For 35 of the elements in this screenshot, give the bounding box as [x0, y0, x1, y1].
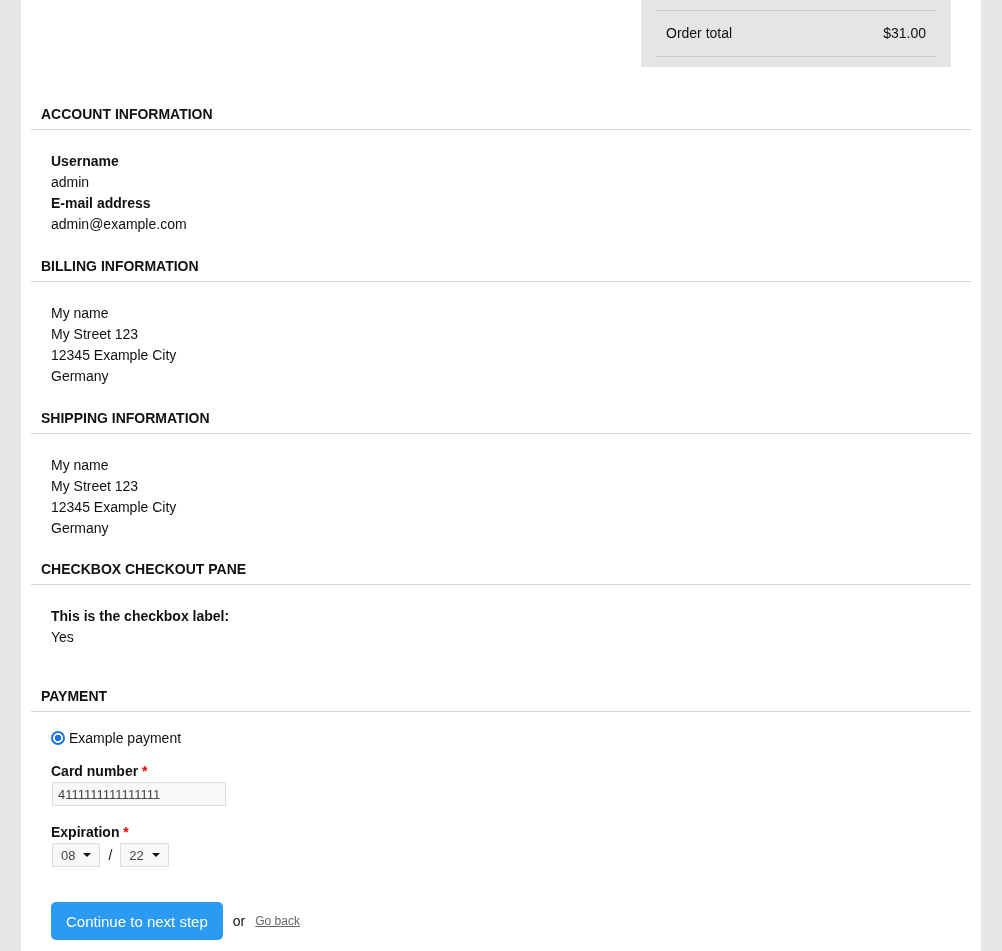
field-value: admin: [51, 173, 91, 192]
caret-icon: [151, 853, 160, 857]
section-heading: CHECKBOX CHECKOUT PANE: [31, 561, 971, 585]
address-line: Germany: [51, 367, 110, 386]
caret-icon: [83, 853, 92, 857]
section-heading: SHIPPING INFORMATION: [31, 410, 971, 434]
address-line: 12345 Example City: [51, 498, 178, 517]
address-line: My name: [51, 304, 110, 323]
card-number-field[interactable]: 4111111111111111: [52, 782, 226, 806]
radio-button[interactable]: [51, 731, 65, 745]
address-line: Germany: [51, 519, 110, 538]
date-separator: /: [108, 845, 113, 865]
address-line: My name: [51, 456, 110, 475]
field-label: Username: [51, 152, 120, 171]
address-line: 12345 Example City: [51, 346, 178, 365]
field-label: Expiration: [51, 824, 120, 840]
payment-method-label: Example payment: [69, 730, 182, 746]
section-heading: PAYMENT: [31, 688, 971, 712]
field-label: This is the checkbox label:: [51, 607, 231, 626]
address-line: My Street 123: [51, 325, 140, 344]
field-label: Card number: [51, 763, 139, 779]
required-mark: *: [123, 824, 129, 840]
required-mark: *: [142, 763, 148, 779]
order-total-amount: $31.00: [883, 24, 926, 43]
go-back-link[interactable]: Go back: [255, 914, 300, 928]
field-value: admin@example.com: [51, 215, 188, 234]
section-heading: ACCOUNT INFORMATION: [31, 106, 971, 130]
field-label: E-mail address: [51, 194, 152, 213]
address-line: My Street 123: [51, 477, 140, 496]
field-value: Yes: [51, 628, 75, 647]
month-select[interactable]: 08: [52, 843, 101, 867]
year-select[interactable]: 22: [120, 843, 169, 867]
or-text: or: [232, 911, 246, 931]
section-heading: BILLING INFORMATION: [31, 258, 971, 282]
order-total-label: Order total: [666, 24, 733, 43]
